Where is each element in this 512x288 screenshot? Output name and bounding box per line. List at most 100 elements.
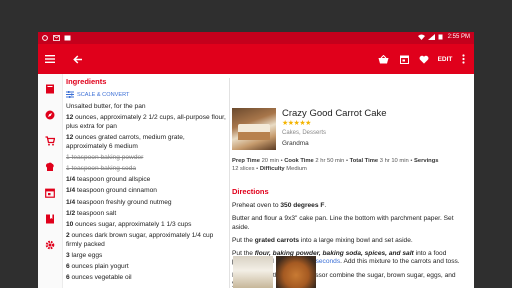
column-divider <box>229 78 230 288</box>
ingredient-text: Unsalted butter, for the pan <box>66 103 146 110</box>
signal-icon <box>427 34 435 40</box>
back-button[interactable] <box>71 51 85 67</box>
direction-step: Preheat oven to 350 degrees F. <box>232 202 466 210</box>
scale-convert-label: SCALE & CONVERT <box>77 91 130 98</box>
ingredient-text: ounces sugar, approximately 1 1/3 cups <box>73 220 192 228</box>
book-icon <box>46 84 54 94</box>
ingredient-list: Unsalted butter, for the pan 12 ounces, a… <box>66 103 226 283</box>
cake-layer-shape <box>238 132 270 140</box>
step-highlight: grated carrots <box>254 236 300 244</box>
bookmark-book-icon <box>46 214 54 224</box>
tablet-frame: 2:55 PM EDIT Ingredients SCALE & CONVERT… <box>0 0 512 288</box>
recipe-category: Cakes, Desserts <box>282 130 327 136</box>
recipe-title: Crazy Good Carrot Cake <box>282 108 387 119</box>
servings-value: 12 slices <box>232 166 255 172</box>
cook-time-label: Cook Time <box>284 158 314 164</box>
app-toolbar: EDIT <box>38 44 474 74</box>
ingredient-quantity: 1/4 <box>66 176 76 184</box>
direction-step: Put the grated carrots into a large mixi… <box>232 237 466 245</box>
shopping-basket-button[interactable] <box>376 51 390 67</box>
sidebar-item-meal-plan[interactable] <box>42 186 58 200</box>
compass-icon <box>45 110 55 120</box>
cart-icon <box>45 136 55 146</box>
step-photo-batter[interactable] <box>233 256 273 288</box>
meal-plan-button[interactable] <box>397 51 411 67</box>
cook-time-value: 2 hr 50 min <box>315 158 345 164</box>
ingredient-item[interactable]: 10 ounces sugar, approximately 1 1/3 cup… <box>66 221 226 230</box>
ingredient-text: teaspoon ground allspice <box>75 176 151 184</box>
ingredient-item[interactable]: 1/2 teaspoon salt <box>66 210 226 219</box>
step-text: into a large mixing bowl and set aside. <box>299 236 413 244</box>
ingredient-item[interactable]: Unsalted butter, for the pan <box>66 103 226 112</box>
gear-icon <box>45 240 55 250</box>
ingredient-text: teaspoon salt <box>75 209 117 217</box>
ingredient-text: 1 teaspoon baking soda <box>66 164 137 172</box>
step-text: Put the <box>232 236 255 244</box>
ingredient-item[interactable]: 1/4 teaspoon ground cinnamon <box>66 187 226 196</box>
ingredient-text: ounces, approximately 2 1/2 cups, all-pu… <box>66 114 226 130</box>
sidebar-item-cookbooks[interactable] <box>42 212 58 226</box>
recipe-source: Grandma <box>282 140 309 147</box>
difficulty-label: Difficulty <box>259 166 285 172</box>
app-screen: 2:55 PM EDIT Ingredients SCALE & CONVERT… <box>38 32 474 288</box>
step-highlight: 350 degrees F <box>280 202 325 209</box>
scale-convert-button[interactable]: SCALE & CONVERT <box>66 91 226 98</box>
sidebar-item-shopping[interactable] <box>42 134 58 148</box>
recipe-times: Prep Time 20 min • Cook Time 2 hr 50 min… <box>232 158 439 172</box>
battery-icon <box>438 34 445 40</box>
mail-icon <box>53 35 60 41</box>
menu-button[interactable] <box>43 51 57 67</box>
ingredient-item[interactable]: 1/4 teaspoon freshly ground nutmeg <box>66 199 226 208</box>
ingredient-item[interactable]: 1 teaspoon baking powder <box>66 154 226 163</box>
prep-time-value: 20 min <box>261 158 279 164</box>
ingredient-item[interactable]: 1 teaspoon baking soda <box>66 165 226 174</box>
sidebar-item-recipes[interactable] <box>42 82 58 96</box>
ingredient-quantity: 1/2 <box>66 209 76 217</box>
chef-hat-icon <box>45 162 54 171</box>
ingredient-quantity: 1/4 <box>66 187 76 195</box>
image-icon <box>64 35 71 41</box>
ingredient-item[interactable]: 12 ounces, approximately 2 1/2 cups, all… <box>66 114 226 131</box>
ingredient-item[interactable]: 6 ounces plain yogurt <box>66 263 226 272</box>
ingredient-text: ounces dark brown sugar, approximately 1… <box>66 232 214 248</box>
servings-label: Servings <box>414 158 439 164</box>
status-bar: 2:55 PM <box>38 32 474 44</box>
hamburger-icon <box>45 55 55 63</box>
ingredient-item[interactable]: 2 ounces dark brown sugar, approximately… <box>66 232 226 249</box>
more-vert-icon <box>461 54 465 64</box>
sidebar-item-settings[interactable] <box>42 238 58 252</box>
ingredient-item[interactable]: 12 ounces grated carrots, medium grate, … <box>66 134 226 151</box>
ingredient-text: teaspoon freshly ground nutmeg <box>75 198 172 206</box>
overflow-menu-button[interactable] <box>458 51 468 67</box>
ingredient-text: ounces plain yogurt <box>69 263 129 271</box>
rating-stars[interactable]: ★★★★★ <box>282 119 311 127</box>
ingredients-heading: Ingredients <box>66 77 107 86</box>
calendar-icon <box>45 188 55 198</box>
ingredient-text: large eggs <box>69 251 103 259</box>
favorite-button[interactable] <box>417 51 431 67</box>
step-photo-mixture[interactable] <box>276 256 316 288</box>
ingredient-item[interactable]: 6 ounces vegetable oil <box>66 274 226 283</box>
sliders-icon <box>66 91 74 98</box>
heart-icon <box>419 55 429 64</box>
recipe-photo[interactable] <box>232 108 276 150</box>
sidebar-item-pantry[interactable] <box>42 160 58 174</box>
step-text: . <box>324 202 327 209</box>
step-text: . Add this mixture to the carrots and to… <box>340 258 460 266</box>
ingredient-quantity: 1/4 <box>66 198 76 206</box>
edit-button[interactable]: EDIT <box>436 51 454 67</box>
ingredient-text: ounces vegetable oil <box>69 274 132 282</box>
difficulty-value: Medium <box>286 166 307 172</box>
calendar-icon <box>399 55 409 64</box>
basket-icon <box>378 54 388 63</box>
arrow-left-icon <box>73 54 82 64</box>
ingredient-item[interactable]: 1/4 teaspoon ground allspice <box>66 176 226 185</box>
total-time-value: 3 hr 10 min <box>379 158 409 164</box>
ingredient-item[interactable]: 3 large eggs <box>66 252 226 261</box>
ingredients-panel: Ingredients SCALE & CONVERT Unsalted but… <box>66 74 226 288</box>
sidebar-item-discover[interactable] <box>42 108 58 122</box>
prep-time-label: Prep Time <box>232 158 260 164</box>
ingredient-text: teaspoon ground cinnamon <box>75 187 157 195</box>
ingredient-text: 1 teaspoon baking powder <box>66 153 144 161</box>
notification-icon <box>42 35 49 41</box>
